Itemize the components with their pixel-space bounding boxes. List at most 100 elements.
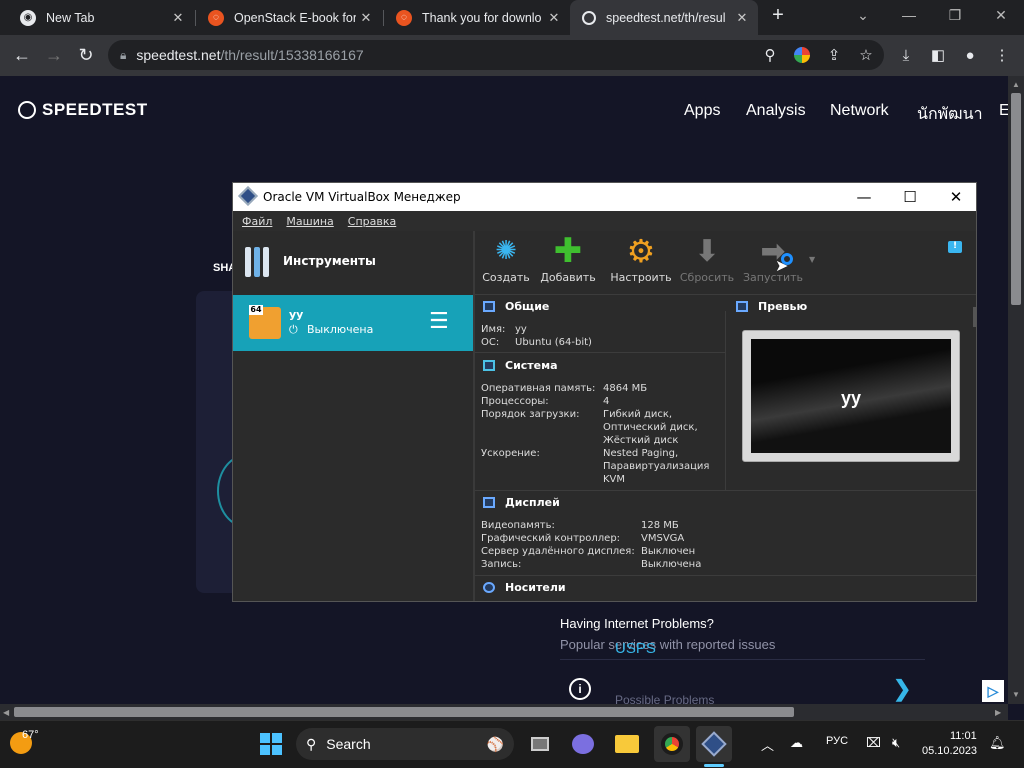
section-preview[interactable]: Превью: [736, 300, 807, 313]
tab-new-tab[interactable]: ◉ New Tab ✕: [8, 0, 194, 35]
menu-machine[interactable]: Машина: [286, 215, 333, 228]
tools-item[interactable]: Инструменты: [245, 244, 470, 278]
show-hidden-icons-icon[interactable]: ︿: [761, 735, 774, 754]
vm-arch-badge: 64: [249, 305, 263, 315]
network-icon[interactable]: ⌧: [866, 735, 881, 751]
section-display[interactable]: Дисплей: [483, 496, 560, 509]
scroll-left-icon[interactable]: ◀: [3, 708, 9, 717]
ubuntu-icon: ◌: [396, 9, 412, 26]
nav-developers[interactable]: นักพัฒนา: [917, 102, 983, 127]
kv-value: Выключена: [641, 559, 702, 570]
close-tab-icon[interactable]: ✕: [356, 10, 376, 26]
location-icon[interactable]: ⚲: [756, 41, 784, 69]
scroll-down-icon[interactable]: ▼: [1012, 690, 1020, 699]
scroll-right-icon[interactable]: ▶: [995, 708, 1001, 717]
speedtest-logo[interactable]: SPEEDTEST: [18, 100, 148, 120]
nav-analysis[interactable]: Analysis: [746, 102, 806, 120]
section-general[interactable]: Общие: [483, 300, 549, 313]
issue-link-usps[interactable]: USPS: [615, 640, 656, 657]
active-app-indicator: [704, 764, 724, 767]
menu-kebab-icon[interactable]: ⋮: [988, 41, 1016, 69]
chevron-right-icon[interactable]: ❯: [893, 676, 911, 702]
tab-title: New Tab: [46, 10, 95, 25]
task-view-icon[interactable]: [522, 726, 558, 762]
add-label: Добавить: [540, 271, 596, 284]
nav-more[interactable]: E: [999, 102, 1008, 120]
bookmark-star-icon[interactable]: ☆: [852, 41, 880, 69]
tab-thank-you[interactable]: ◌ Thank you for downlo ✕: [384, 0, 570, 35]
section-system[interactable]: Система: [483, 359, 558, 372]
settings-button[interactable]: ⚙ Настроить: [608, 232, 674, 291]
chrome-icon: ◉: [20, 9, 36, 26]
new-tab-button[interactable]: +: [766, 4, 790, 30]
menu-file[interactable]: Файл: [242, 215, 272, 228]
teams-chat-icon[interactable]: [565, 726, 601, 762]
reload-icon[interactable]: ↻: [70, 35, 102, 76]
tab-speedtest[interactable]: speedtest.net/th/resul ✕: [570, 0, 758, 35]
settings-icon: ⚙: [626, 232, 656, 270]
google-lens-icon[interactable]: [788, 41, 816, 69]
download-icon[interactable]: ⤓: [892, 41, 920, 69]
virtualbox-taskbar-icon[interactable]: [696, 726, 732, 762]
scroll-up-icon[interactable]: ▲: [1012, 80, 1020, 89]
section-header: Общие: [505, 300, 550, 313]
add-button[interactable]: ✚ Добавить: [535, 231, 601, 291]
volume-muted-icon[interactable]: 🔇︎: [892, 735, 900, 751]
close-window-icon[interactable]: ✕: [978, 0, 1024, 30]
start-button[interactable]: ➡ Запустить: [740, 234, 806, 291]
nav-network[interactable]: Network: [830, 102, 889, 120]
kv-value: Жёсткий диск: [603, 435, 679, 446]
start-menu-icon[interactable]: [253, 726, 289, 762]
vertical-scroll-thumb[interactable]: [1011, 93, 1021, 305]
monitor-icon: [483, 301, 495, 312]
profile-icon[interactable]: ●: [956, 41, 984, 69]
horizontal-scroll-thumb[interactable]: [14, 707, 794, 717]
kv-value: 4: [603, 396, 610, 407]
close-tab-icon[interactable]: ✕: [732, 10, 752, 26]
share-icon[interactable]: ⇪: [820, 41, 848, 69]
vbox-close-icon[interactable]: ✕: [933, 183, 976, 211]
tab-openstack[interactable]: ◌ OpenStack E-book for ✕: [196, 0, 382, 35]
gauge-logo-icon: [18, 101, 36, 119]
minimize-icon[interactable]: —: [886, 0, 932, 30]
logo-text: SPEEDTEST: [42, 100, 148, 119]
kv-key: Оперативная память:: [481, 383, 596, 394]
nav-apps[interactable]: Apps: [684, 102, 720, 120]
clock-time[interactable]: 11:01: [950, 730, 977, 742]
input-language[interactable]: РУС: [826, 735, 848, 747]
vbox-minimize-icon[interactable]: —: [841, 183, 887, 211]
kv-key: Графический контроллер:: [481, 533, 621, 544]
kv-value: Nested Paging,: [603, 448, 679, 459]
tab-search-icon[interactable]: ⌄: [840, 0, 886, 30]
create-button[interactable]: ✺ Создать: [473, 235, 539, 291]
vm-details-menu-icon[interactable]: ☰: [429, 311, 449, 333]
notification-bell-icon[interactable]: 🔔︎: [989, 735, 1006, 751]
adchoices-icon[interactable]: ▷: [982, 680, 1004, 702]
kv-value: уу: [515, 324, 527, 335]
clock-date[interactable]: 05.10.2023: [922, 745, 977, 757]
vbox-maximize-icon[interactable]: ☐: [887, 183, 933, 211]
forward-icon[interactable]: →: [38, 35, 70, 76]
side-panel-icon[interactable]: ◧: [924, 41, 952, 69]
menu-help[interactable]: Справка: [348, 215, 396, 228]
restore-icon[interactable]: ❐: [932, 0, 978, 30]
start-dropdown-icon[interactable]: ▼: [809, 255, 815, 264]
taskbar-search[interactable]: ⚲ Search ⚾: [296, 728, 514, 760]
close-tab-icon[interactable]: ✕: [544, 10, 564, 26]
discard-button[interactable]: ⬇ Сбросить: [674, 234, 740, 291]
section-storage[interactable]: Носители: [483, 581, 566, 594]
chrome-taskbar-icon[interactable]: [654, 726, 690, 762]
details-scrollbar[interactable]: [973, 307, 976, 327]
tools-icon: [245, 245, 275, 277]
close-tab-icon[interactable]: ✕: [168, 10, 188, 26]
back-icon[interactable]: ←: [6, 35, 38, 76]
ubuntu-icon: ◌: [208, 9, 224, 26]
notification-icon[interactable]: !: [948, 241, 962, 253]
kv-key: Имя:: [481, 324, 506, 335]
file-explorer-icon[interactable]: [609, 726, 645, 762]
kv-key: Порядок загрузки:: [481, 409, 580, 420]
onedrive-icon[interactable]: ☁: [790, 735, 803, 751]
vm-list-item[interactable]: 64 уу ⏻ Выключена ☰: [233, 295, 473, 351]
create-label: Создать: [482, 271, 530, 284]
weather-temp[interactable]: 67°: [22, 729, 39, 741]
